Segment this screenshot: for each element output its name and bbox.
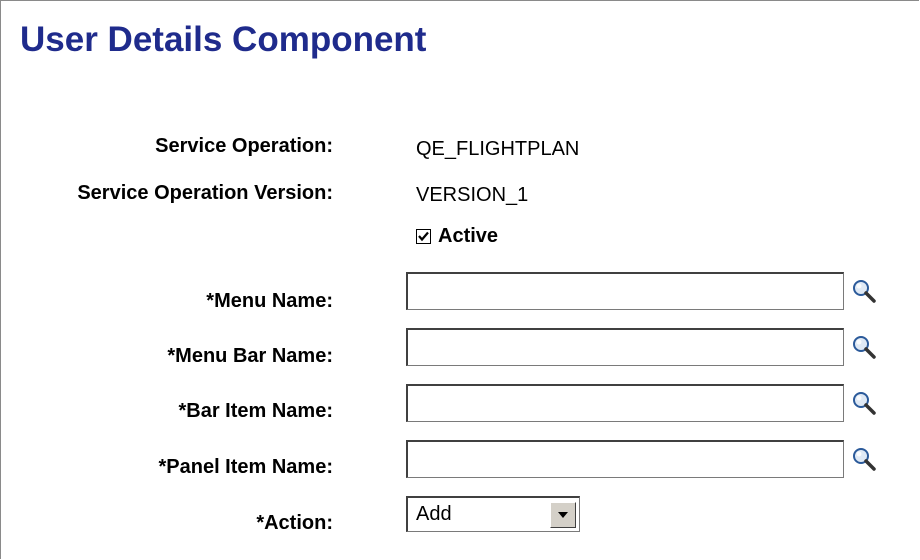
action-selected-value: Add xyxy=(416,503,452,525)
menu-bar-name-lookup-button[interactable] xyxy=(850,333,878,361)
action-select[interactable]: Add xyxy=(406,496,580,532)
bar-item-name-input[interactable] xyxy=(406,384,844,422)
panel-item-name-label: *Panel Item Name: xyxy=(158,456,333,478)
menu-bar-name-input[interactable] xyxy=(406,328,844,366)
magnifying-glass-icon xyxy=(853,392,876,415)
action-label: *Action: xyxy=(256,512,333,534)
checkmark-icon xyxy=(418,231,429,242)
action-dropdown-button[interactable] xyxy=(550,501,576,528)
service-operation-version-label: Service Operation Version: xyxy=(77,182,333,204)
menu-name-lookup-button[interactable] xyxy=(850,277,878,305)
menu-name-label: *Menu Name: xyxy=(206,290,333,312)
panel-item-name-input[interactable] xyxy=(406,440,844,478)
page-title: User Details Component xyxy=(20,20,427,59)
menu-name-input[interactable] xyxy=(406,272,844,310)
triangle-down-icon xyxy=(558,511,568,518)
panel-item-name-lookup-button[interactable] xyxy=(850,445,878,473)
magnifying-glass-icon xyxy=(853,448,876,471)
bar-item-name-label: *Bar Item Name: xyxy=(178,400,333,422)
active-checkbox[interactable] xyxy=(416,229,431,244)
magnifying-glass-icon xyxy=(853,280,876,303)
service-operation-version-value: VERSION_1 xyxy=(416,184,529,206)
menu-bar-name-label: *Menu Bar Name: xyxy=(167,345,333,367)
magnifying-glass-icon xyxy=(853,336,876,359)
active-label: Active xyxy=(438,225,499,247)
active-checkbox-group[interactable]: Active xyxy=(416,225,498,248)
service-operation-value: QE_FLIGHTPLAN xyxy=(416,138,580,160)
service-operation-label: Service Operation: xyxy=(155,135,333,157)
bar-item-name-lookup-button[interactable] xyxy=(850,389,878,417)
